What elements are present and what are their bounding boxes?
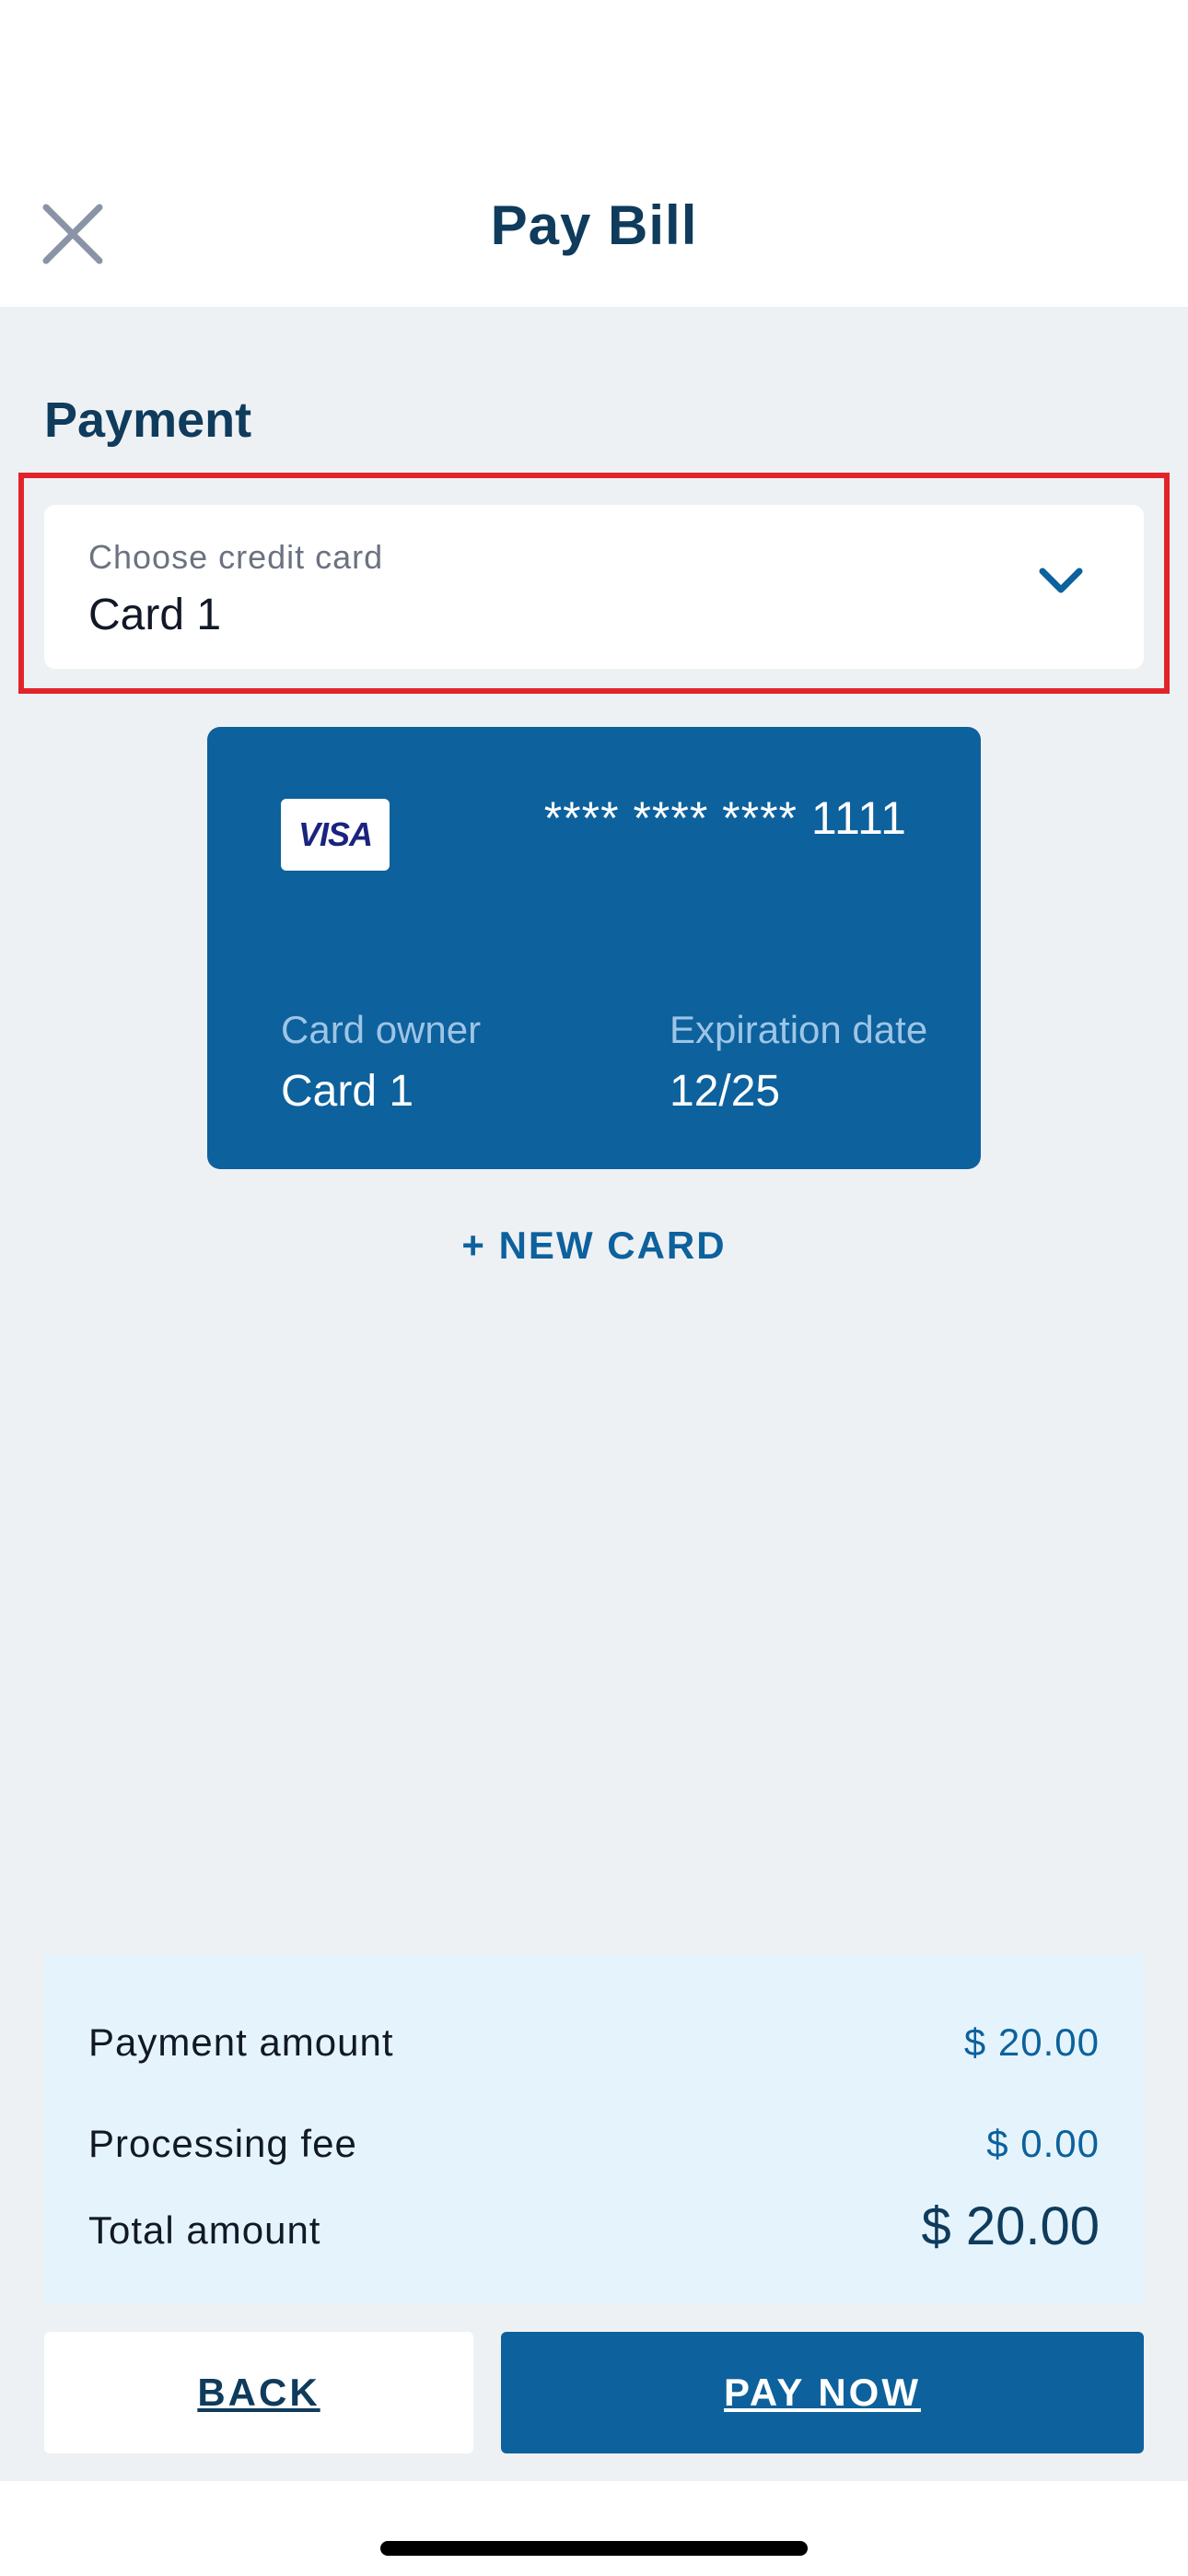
header-bar: Pay Bill bbox=[0, 0, 1188, 307]
total-amount-label: Total amount bbox=[88, 2208, 321, 2252]
visa-logo: VISA bbox=[281, 799, 390, 871]
main-content: Payment Choose credit card Card 1 VISA *… bbox=[0, 307, 1188, 2481]
back-button[interactable]: BACK bbox=[44, 2332, 473, 2453]
payment-summary: Payment amount $ 20.00 Processing fee $ … bbox=[44, 1954, 1144, 2304]
credit-card-preview: VISA **** **** **** 1111 Card owner Card… bbox=[207, 727, 981, 1169]
payment-heading: Payment bbox=[44, 392, 252, 448]
select-value: Card 1 bbox=[88, 591, 222, 639]
expiration-date-label: Expiration date bbox=[670, 1008, 928, 1051]
page-title: Pay Bill bbox=[490, 194, 698, 256]
processing-fee-label: Processing fee bbox=[88, 2122, 357, 2165]
expiration-date-value: 12/25 bbox=[670, 1067, 781, 1116]
new-card-button[interactable]: + NEW CARD bbox=[0, 1224, 1188, 1268]
processing-fee-value: $ 0.00 bbox=[986, 2122, 1100, 2165]
credit-card-select[interactable]: Choose credit card Card 1 bbox=[44, 505, 1144, 669]
home-indicator bbox=[380, 2541, 808, 2556]
total-amount-value: $ 20.00 bbox=[921, 2196, 1100, 2256]
select-label: Choose credit card bbox=[88, 538, 384, 576]
card-number: **** **** **** 1111 bbox=[543, 792, 907, 844]
payment-amount-value: $ 20.00 bbox=[963, 2020, 1100, 2064]
payment-amount-label: Payment amount bbox=[88, 2020, 394, 2064]
pay-now-button[interactable]: PAY NOW bbox=[501, 2332, 1144, 2453]
card-owner-value: Card 1 bbox=[281, 1067, 414, 1116]
card-owner-label: Card owner bbox=[281, 1008, 482, 1051]
chevron-down-icon[interactable] bbox=[1035, 562, 1087, 599]
